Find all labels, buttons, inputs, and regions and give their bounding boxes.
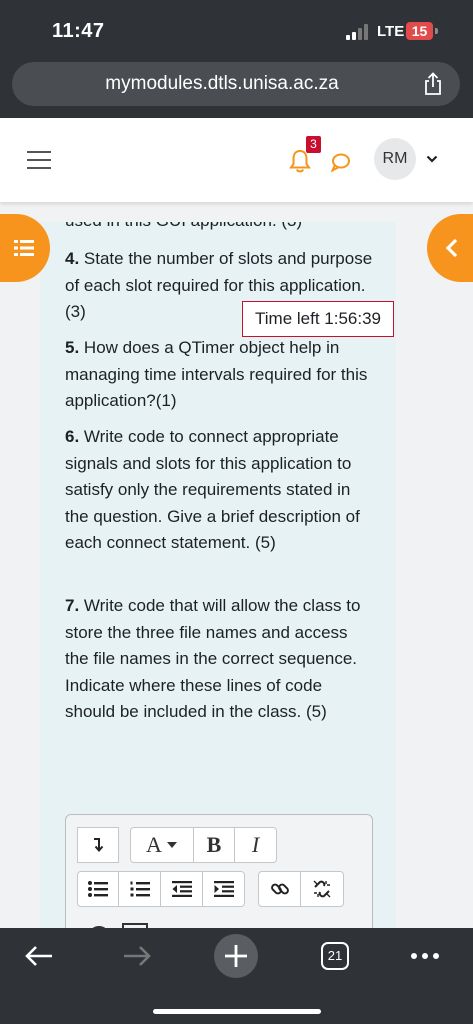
address-bar[interactable]: mymodules.dtls.unisa.ac.za xyxy=(12,62,460,106)
collapse-toolbar-button[interactable] xyxy=(77,827,119,863)
indent-button[interactable] xyxy=(202,871,245,907)
forward-arrow-icon[interactable] xyxy=(122,944,152,968)
ordered-list-button[interactable] xyxy=(118,871,161,907)
answer-editor: A B I xyxy=(65,814,373,928)
plus-icon xyxy=(225,945,247,967)
battery-tip xyxy=(435,28,438,34)
browser-bottom-bar: 21 xyxy=(0,928,473,1024)
question-text: How does a QTimer object help in managin… xyxy=(65,338,368,410)
url-text: mymodules.dtls.unisa.ac.za xyxy=(105,73,339,94)
link-icon xyxy=(270,883,289,895)
back-arrow-icon[interactable] xyxy=(24,944,54,968)
toolbar-row-3-partial xyxy=(77,917,119,928)
link-button[interactable] xyxy=(258,871,301,907)
new-tab-button[interactable] xyxy=(214,934,258,978)
unlink-icon xyxy=(313,880,331,898)
bold-label: B xyxy=(206,832,222,857)
question-text: Write code that will allow the class to … xyxy=(65,596,361,721)
site-header: 3 RM xyxy=(0,118,473,202)
browser-toolbar: mymodules.dtls.unisa.ac.za xyxy=(0,60,473,118)
unordered-list-button[interactable] xyxy=(77,871,119,907)
status-time: 11:47 xyxy=(52,20,105,42)
question-number: 5. xyxy=(65,338,80,357)
collapse-arrow-icon xyxy=(94,838,104,853)
font-style-label: A xyxy=(146,832,162,857)
numbered-list-icon xyxy=(130,881,150,897)
question-5: 5. How does a QTimer object help in mana… xyxy=(65,335,375,415)
bulleted-list-icon xyxy=(88,881,108,897)
question-7: 7. Write code that will allow the class … xyxy=(65,593,375,726)
outdent-icon xyxy=(171,881,192,897)
home-indicator xyxy=(153,1009,321,1014)
list-icon xyxy=(14,240,34,256)
outdent-button[interactable] xyxy=(160,871,203,907)
question-6: 6. Write code to connect appropriate sig… xyxy=(65,424,375,557)
battery-icon: 15 xyxy=(406,22,433,40)
dropdown-caret-icon xyxy=(166,842,177,848)
quiz-timer: Time left 1:56:39 xyxy=(242,301,394,337)
question-number: 6. xyxy=(65,427,80,446)
italic-label: I xyxy=(251,832,260,857)
chevron-left-icon xyxy=(445,238,458,258)
user-avatar[interactable]: RM xyxy=(374,138,416,180)
notification-badge: 3 xyxy=(306,136,321,153)
unlink-button[interactable] xyxy=(300,871,344,907)
italic-button[interactable]: I xyxy=(234,827,277,863)
tab-count-button[interactable]: 21 xyxy=(321,942,349,970)
signal-icon xyxy=(346,24,370,40)
chevron-down-icon[interactable] xyxy=(426,154,438,164)
question-text: Write code to connect appropriate signal… xyxy=(65,427,360,552)
network-label: LTE xyxy=(377,23,405,40)
font-style-button[interactable]: A xyxy=(130,827,194,863)
hamburger-menu-icon[interactable] xyxy=(27,150,51,170)
chat-icon[interactable] xyxy=(330,152,350,172)
question-partial-text: used in this GUI application. (3) xyxy=(65,222,375,235)
more-options-icon[interactable] xyxy=(410,952,440,960)
bold-button[interactable]: B xyxy=(193,827,235,863)
question-number: 4. xyxy=(65,249,80,268)
question-number: 7. xyxy=(65,596,80,615)
share-icon[interactable] xyxy=(422,72,444,96)
indent-icon xyxy=(213,881,234,897)
status-bar: 11:47 LTE 15 xyxy=(0,0,473,60)
